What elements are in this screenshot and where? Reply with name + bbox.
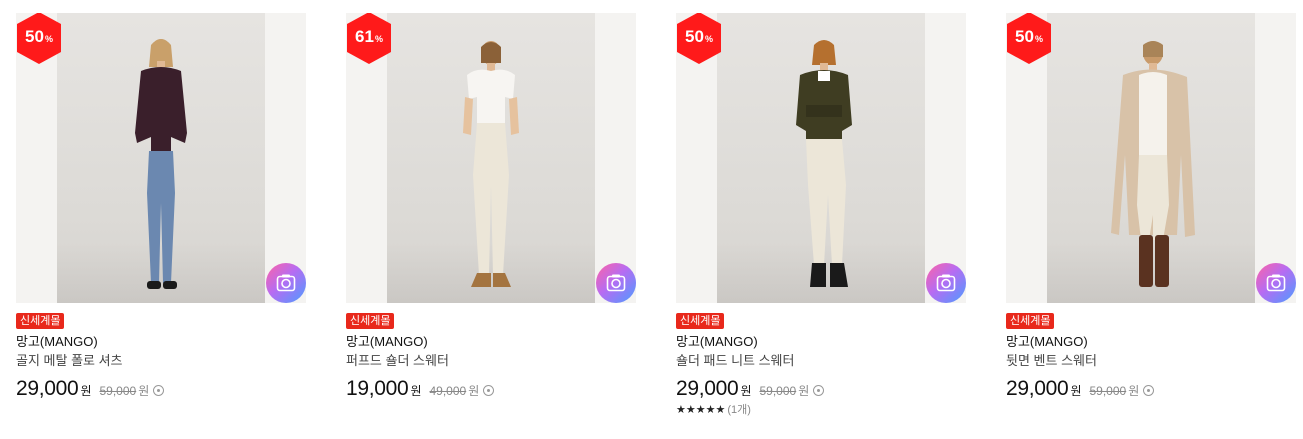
price-row: 29,000 원 59,000 원 — [1006, 377, 1296, 401]
discount-percent-sign: % — [704, 34, 713, 44]
discount-value: 50 — [25, 27, 44, 46]
sale-price: 29,000 — [1006, 377, 1069, 400]
product-name[interactable]: 퍼프드 숄더 스웨터 — [346, 353, 636, 369]
rating-stars: ★★★★★ — [676, 404, 726, 416]
original-price: 49,000 — [429, 384, 467, 398]
camera-icon[interactable] — [266, 263, 306, 303]
product-name[interactable]: 숄더 패드 니트 스웨터 — [676, 353, 966, 369]
original-price: 59,000 — [1089, 384, 1127, 398]
model-figure — [1111, 41, 1195, 287]
camera-icon[interactable] — [1256, 263, 1296, 303]
discount-percent-sign: % — [44, 34, 53, 44]
price-row: 29,000 원 59,000 원 — [676, 377, 966, 401]
discount-badge: 50% — [676, 13, 723, 64]
product-grid: 50% 신세계몰 망고(MANGO) 골지 메탈 폴로 셔츠 29,000 원 … — [0, 0, 1303, 439]
discount-value: 50 — [685, 27, 704, 46]
review-count: (1개) — [727, 404, 751, 416]
original-price-unit: 원 — [468, 384, 480, 398]
product-card[interactable]: 50% 신세계몰 망고(MANGO) 숄더 패드 니트 스웨터 29,000 원… — [676, 13, 966, 417]
original-price-unit: 원 — [798, 384, 810, 398]
price-unit: 원 — [1070, 384, 1082, 398]
price-info-icon[interactable] — [483, 385, 495, 396]
price-info-icon[interactable] — [1143, 385, 1155, 396]
price-row: 29,000 원 59,000 원 — [16, 377, 306, 401]
price-row: 19,000 원 49,000 원 — [346, 377, 636, 401]
product-card[interactable]: 50% 신세계몰 망고(MANGO) 뒷면 벤트 스웨터 29,000 원 59… — [1006, 13, 1296, 401]
model-figure — [796, 40, 852, 287]
price-unit: 원 — [740, 384, 752, 398]
product-image[interactable]: 50% — [676, 13, 966, 303]
discount-value: 50 — [1015, 27, 1034, 46]
sale-price: 29,000 — [676, 377, 739, 400]
discount-percent-sign: % — [374, 34, 383, 44]
brand-name[interactable]: 망고(MANGO) — [346, 334, 636, 350]
mall-tag: 신세계몰 — [16, 313, 65, 329]
price-info-icon[interactable] — [153, 385, 165, 396]
discount-percent-sign: % — [1034, 34, 1043, 44]
original-price: 59,000 — [759, 384, 797, 398]
model-figure — [135, 39, 187, 289]
mall-tag: 신세계몰 — [1006, 313, 1055, 329]
product-card[interactable]: 61% 신세계몰 망고(MANGO) 퍼프드 숄더 스웨터 19,000 원 4… — [346, 13, 636, 401]
original-price-unit: 원 — [138, 384, 150, 398]
discount-badge: 61% — [346, 13, 393, 64]
brand-name[interactable]: 망고(MANGO) — [676, 334, 966, 350]
discount-badge: 50% — [1006, 13, 1053, 64]
camera-icon[interactable] — [596, 263, 636, 303]
price-info-icon[interactable] — [813, 385, 825, 396]
original-price-unit: 원 — [1128, 384, 1140, 398]
product-name[interactable]: 뒷면 벤트 스웨터 — [1006, 353, 1296, 369]
camera-icon[interactable] — [926, 263, 966, 303]
price-unit: 원 — [80, 384, 92, 398]
discount-value: 61 — [355, 27, 374, 46]
model-figure — [463, 41, 519, 287]
mall-tag: 신세계몰 — [676, 313, 725, 329]
product-card[interactable]: 50% 신세계몰 망고(MANGO) 골지 메탈 폴로 셔츠 29,000 원 … — [16, 13, 306, 401]
product-image[interactable]: 50% — [1006, 13, 1296, 303]
original-price: 59,000 — [99, 384, 137, 398]
sale-price: 29,000 — [16, 377, 79, 400]
review-rating[interactable]: ★★★★★ (1개) — [676, 403, 966, 417]
mall-tag: 신세계몰 — [346, 313, 395, 329]
product-name[interactable]: 골지 메탈 폴로 셔츠 — [16, 353, 306, 369]
brand-name[interactable]: 망고(MANGO) — [1006, 334, 1296, 350]
sale-price: 19,000 — [346, 377, 409, 400]
product-image[interactable]: 61% — [346, 13, 636, 303]
price-unit: 원 — [410, 384, 422, 398]
discount-badge: 50% — [16, 13, 63, 64]
brand-name[interactable]: 망고(MANGO) — [16, 334, 306, 350]
product-image[interactable]: 50% — [16, 13, 306, 303]
